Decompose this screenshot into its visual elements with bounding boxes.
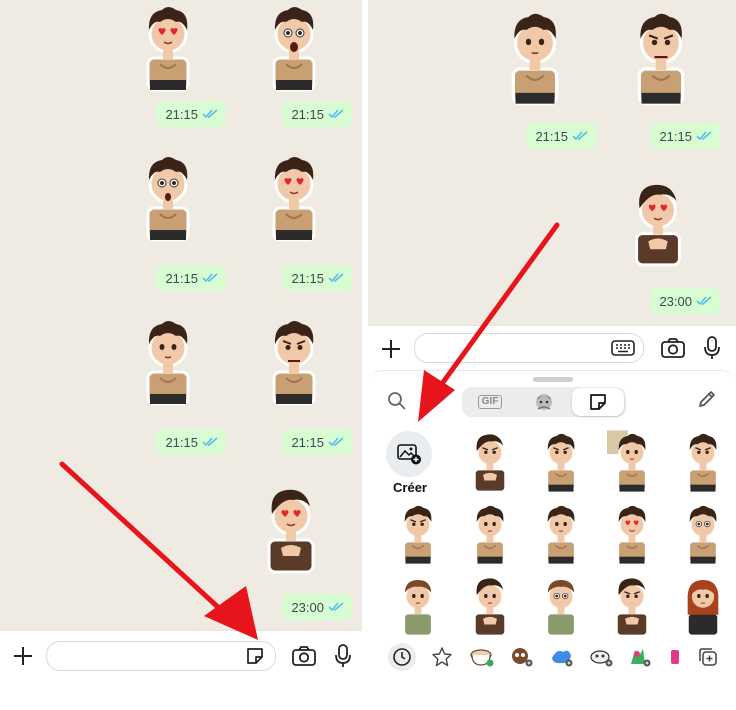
sticker-heart-eyes[interactable] (258, 146, 330, 246)
timestamp-text: 21:15 (291, 106, 324, 122)
sticker-heart-eyes[interactable] (132, 0, 204, 92)
avatar-icon (536, 394, 552, 410)
sticker-thinking[interactable] (496, 0, 574, 112)
sticker-thumb[interactable] (529, 429, 593, 493)
sticker-thumb[interactable] (671, 501, 735, 565)
sticker-thumb[interactable] (458, 501, 522, 565)
read-ticks-icon (572, 131, 588, 141)
message-timestamp: 21:15 (650, 123, 720, 149)
sticker-thumb[interactable] (529, 573, 593, 637)
gif-icon: GIF (477, 395, 503, 409)
sticker-scared[interactable] (132, 146, 204, 246)
camera-icon[interactable] (660, 335, 686, 361)
pack-6-icon[interactable] (662, 643, 690, 671)
message-timestamp: 21:15 (156, 265, 226, 291)
sticker-thumb[interactable] (458, 429, 522, 493)
message-timestamp: 23:00 (650, 288, 720, 314)
message-timestamp: 21:15 (282, 429, 352, 455)
camera-icon[interactable] (291, 643, 317, 669)
sticker-angry[interactable] (258, 310, 330, 410)
keyboard-icon[interactable] (610, 335, 636, 361)
message-timestamp: 21:15 (156, 429, 226, 455)
pack-5-icon[interactable] (626, 643, 654, 671)
add-image-icon (397, 444, 421, 465)
left-chat-screen: 21:15 21:15 21:15 21:15 21:15 21:15 23:0… (0, 0, 362, 710)
message-input-bar (368, 325, 736, 370)
right-chat-screen: 21:15 21:15 23:00 GIF Créer (368, 0, 736, 710)
sticker-tray: GIF Créer (368, 370, 736, 710)
plus-icon[interactable] (378, 336, 404, 362)
sticker-thumb[interactable] (600, 429, 664, 493)
message-timestamp: 21:15 (282, 265, 352, 291)
sticker-icon[interactable] (242, 643, 268, 669)
sticker-thinking[interactable] (132, 310, 204, 410)
drag-handle[interactable] (533, 377, 573, 382)
message-timestamp: 21:15 (526, 123, 596, 149)
sticker-thumb[interactable] (671, 573, 735, 637)
sticker-thumb[interactable] (458, 573, 522, 637)
microphone-icon[interactable] (330, 643, 356, 669)
read-ticks-icon (696, 131, 712, 141)
read-ticks-icon (202, 109, 218, 119)
sticker-thumb[interactable] (600, 501, 664, 565)
tab-avatar[interactable] (518, 388, 570, 416)
search-icon[interactable] (384, 388, 410, 414)
sticker-heart-eyes-brown[interactable] (255, 472, 327, 584)
sticker-icon (590, 394, 606, 410)
tab-gif[interactable]: GIF (464, 388, 516, 416)
message-timestamp: 21:15 (156, 101, 226, 127)
tab-stickers[interactable] (572, 388, 624, 416)
timestamp-text: 21:15 (291, 270, 324, 286)
pencil-icon[interactable] (694, 386, 720, 412)
read-ticks-icon (696, 296, 712, 306)
timestamp-text: 21:15 (165, 434, 198, 450)
timestamp-text: 23:00 (291, 599, 324, 615)
timestamp-text: 23:00 (659, 293, 692, 309)
add-pack-icon[interactable] (694, 643, 722, 671)
pack-4-icon[interactable] (588, 643, 616, 671)
timestamp-text: 21:15 (659, 128, 692, 144)
plus-icon[interactable] (10, 643, 36, 669)
create-sticker-button[interactable] (386, 431, 432, 477)
message-input-bar (0, 630, 362, 710)
sticker-heart-eyes-brown[interactable] (623, 165, 693, 279)
tray-tab-switcher: GIF (462, 387, 626, 417)
message-timestamp: 21:15 (282, 101, 352, 127)
sticker-shocked[interactable] (258, 0, 330, 92)
recent-icon[interactable] (388, 643, 416, 671)
coffee-pack-icon[interactable] (468, 643, 496, 671)
timestamp-text: 21:15 (291, 434, 324, 450)
sticker-angry[interactable] (622, 0, 700, 112)
sticker-thumb[interactable] (671, 429, 735, 493)
sticker-category-bar (368, 639, 736, 675)
sticker-thumb[interactable] (386, 573, 450, 637)
timestamp-text: 21:15 (165, 270, 198, 286)
favorites-star-icon[interactable] (428, 643, 456, 671)
message-timestamp: 23:00 (282, 594, 352, 620)
read-ticks-icon (328, 437, 344, 447)
timestamp-text: 21:15 (535, 128, 568, 144)
microphone-icon[interactable] (699, 335, 725, 361)
read-ticks-icon (328, 109, 344, 119)
read-ticks-icon (328, 602, 344, 612)
sticker-thumb[interactable] (386, 501, 450, 565)
sticker-thumb[interactable] (600, 573, 664, 637)
read-ticks-icon (202, 437, 218, 447)
create-label: Créer (393, 480, 427, 495)
read-ticks-icon (202, 273, 218, 283)
read-ticks-icon (328, 273, 344, 283)
timestamp-text: 21:15 (165, 106, 198, 122)
sticker-thumb[interactable] (529, 501, 593, 565)
pack-3-icon[interactable] (548, 643, 576, 671)
pack-2-icon[interactable] (508, 643, 536, 671)
